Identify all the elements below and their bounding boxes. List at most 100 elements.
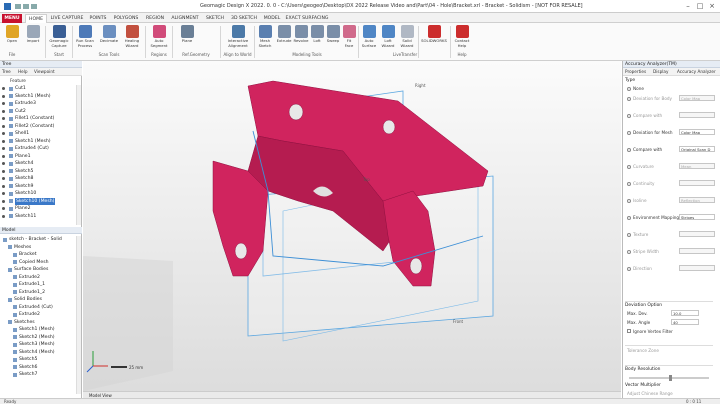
feature-tree-item[interactable]: Sketch4 xyxy=(0,160,76,168)
model-tree-item[interactable]: sketch - Bracket - Solid xyxy=(0,236,76,244)
option-dropdown[interactable]: Color Map xyxy=(679,129,715,135)
feature-tree-item[interactable]: Sketch11 xyxy=(0,213,76,221)
decimate-button[interactable]: Decimate xyxy=(98,25,120,44)
extrude-button[interactable]: Extrude xyxy=(276,25,292,44)
model-tree-item[interactable]: Extrude2 xyxy=(0,311,76,319)
visibility-icon[interactable] xyxy=(2,139,5,143)
feature-tree-item[interactable]: Sketch5 xyxy=(0,168,76,176)
contact-help-button[interactable]: Contact Help xyxy=(453,25,471,48)
option-radio[interactable] xyxy=(627,131,631,135)
interactive-alignment-button[interactable]: Interactive Alignment xyxy=(224,25,252,48)
feature-tree-item[interactable]: Sketch10 xyxy=(0,190,76,198)
tab-accuracy-analyzer[interactable]: Accuracy Analyzer xyxy=(677,69,716,75)
auto-surface-button[interactable]: Auto Surface xyxy=(360,25,378,48)
visibility-icon[interactable] xyxy=(2,154,5,158)
option-radio[interactable] xyxy=(627,267,631,271)
max-angle-field[interactable]: 40 xyxy=(671,319,699,325)
feature-tree-item[interactable]: Plane2 xyxy=(0,205,76,213)
visibility-icon[interactable] xyxy=(2,147,5,150)
tab-sketch[interactable]: SKETCH xyxy=(203,14,227,23)
visibility-icon[interactable] xyxy=(2,132,5,135)
visibility-icon[interactable] xyxy=(2,214,5,218)
tab-region[interactable]: REGION xyxy=(143,14,167,23)
feature-tree-item[interactable]: Extrude4 (Cut) xyxy=(0,145,76,153)
undo-icon[interactable] xyxy=(23,4,29,9)
feature-tree-item[interactable]: Fillet1 (Constant) xyxy=(0,115,76,123)
option-dropdown[interactable] xyxy=(679,248,715,254)
tab-tree[interactable]: Tree xyxy=(2,69,11,75)
option-radio[interactable] xyxy=(627,182,631,186)
tab-viewpoint[interactable]: Viewpoint xyxy=(34,69,55,75)
feature-tree-item[interactable]: Plane1 xyxy=(0,153,76,161)
model-tree-item[interactable]: Sketch1 (Mesh) xyxy=(0,326,76,334)
feature-tree-item[interactable]: Fillet2 (Constant) xyxy=(0,123,76,131)
auto-segment-button[interactable]: Auto Segment xyxy=(148,25,170,48)
option-radio[interactable] xyxy=(627,97,631,101)
minimize-button[interactable]: – xyxy=(682,2,694,11)
tab-display[interactable]: Display xyxy=(653,69,668,75)
model-tree-item[interactable]: Sketch2 (Mesh) xyxy=(0,334,76,342)
feature-tree-item[interactable]: Extrude3 xyxy=(0,100,76,108)
model-tree-item[interactable]: Extrude4 (Cut) xyxy=(0,304,76,312)
visibility-icon[interactable] xyxy=(2,199,5,203)
plane-button[interactable]: Plane xyxy=(174,25,200,44)
feature-tree-item[interactable]: Sketch1 (Mesh) xyxy=(0,93,76,101)
option-dropdown[interactable]: Color Map xyxy=(679,95,715,101)
visibility-icon[interactable] xyxy=(2,177,5,180)
model-tree-item[interactable]: Sketch5 xyxy=(0,356,76,364)
option-radio[interactable] xyxy=(627,148,631,152)
model-tree-item[interactable]: Sketch7 xyxy=(0,371,76,379)
run-scan-process-button[interactable]: Run Scan Process xyxy=(74,25,96,48)
option-dropdown[interactable] xyxy=(679,231,715,237)
visibility-icon[interactable] xyxy=(2,87,5,90)
option-radio[interactable] xyxy=(627,233,631,237)
model-tree-item[interactable]: Solid Bodies xyxy=(0,296,76,304)
tab-home[interactable]: HOME xyxy=(25,14,47,23)
feature-tree-item[interactable]: Sketch1 (Mesh) xyxy=(0,138,76,146)
model-tree-item[interactable]: Extrude1_1 xyxy=(0,281,76,289)
tab-help[interactable]: Help xyxy=(18,69,28,75)
option-dropdown[interactable]: Reflection xyxy=(679,197,715,203)
visibility-icon[interactable] xyxy=(2,162,5,165)
model-tree-item[interactable]: Extrude1_2 xyxy=(0,289,76,297)
healing-wizard-button[interactable]: Healing Wizard xyxy=(121,25,143,48)
option-radio[interactable] xyxy=(627,87,631,91)
revolve-button[interactable]: Revolve xyxy=(293,25,309,44)
loft-wizard-button[interactable]: Loft Wizard xyxy=(379,25,397,48)
visibility-icon[interactable] xyxy=(2,207,5,210)
ignore-vertex-checkbox[interactable] xyxy=(627,329,631,333)
model-tree-item[interactable]: Copied Mesh xyxy=(0,259,76,267)
visibility-icon[interactable] xyxy=(2,117,5,120)
mesh-sketch-button[interactable]: Mesh Sketch xyxy=(256,25,274,48)
option-radio[interactable] xyxy=(627,216,631,220)
visibility-icon[interactable] xyxy=(2,102,5,105)
model-tree-item[interactable]: Sketch6 xyxy=(0,364,76,372)
close-button[interactable]: × xyxy=(706,2,718,11)
tab-3d-sketch[interactable]: 3D SKETCH xyxy=(229,14,259,23)
model-tree-item[interactable]: Surface Bodies xyxy=(0,266,76,274)
option-radio[interactable] xyxy=(627,165,631,169)
geomagic-capture-button[interactable]: Geomagic Capture xyxy=(48,25,70,48)
feature-tree-item[interactable]: Shell1 xyxy=(0,130,76,138)
visibility-icon[interactable] xyxy=(2,94,5,98)
solid-wizard-button[interactable]: Solid Wizard xyxy=(398,25,416,48)
save-icon[interactable] xyxy=(15,4,21,9)
option-dropdown[interactable] xyxy=(679,265,715,271)
visibility-icon[interactable] xyxy=(2,192,5,195)
option-radio[interactable] xyxy=(627,250,631,254)
option-dropdown[interactable]: Stripes xyxy=(679,214,715,220)
tab-exact-surfacing[interactable]: EXACT SURFACING xyxy=(285,14,329,23)
tab-points[interactable]: POINTS xyxy=(87,14,109,23)
model-tree-item[interactable]: Sketch4 (Mesh) xyxy=(0,349,76,357)
feature-tree-scrollbar[interactable] xyxy=(76,85,81,225)
open-button[interactable]: Open xyxy=(3,25,21,44)
model-tree-item[interactable]: Extrude2 xyxy=(0,274,76,282)
tab-model[interactable]: MODEL xyxy=(261,14,283,23)
feature-tree-item[interactable]: Sketch8 xyxy=(0,175,76,183)
model-tree-scrollbar[interactable] xyxy=(76,236,81,394)
model-tree-item[interactable]: Sketches xyxy=(0,319,76,327)
tab-menu[interactable]: MENU xyxy=(2,14,22,23)
option-dropdown[interactable] xyxy=(679,180,715,186)
tab-live-capture[interactable]: LIVE CAPTURE xyxy=(49,14,85,23)
model-tree-item[interactable]: Bracket xyxy=(0,251,76,259)
